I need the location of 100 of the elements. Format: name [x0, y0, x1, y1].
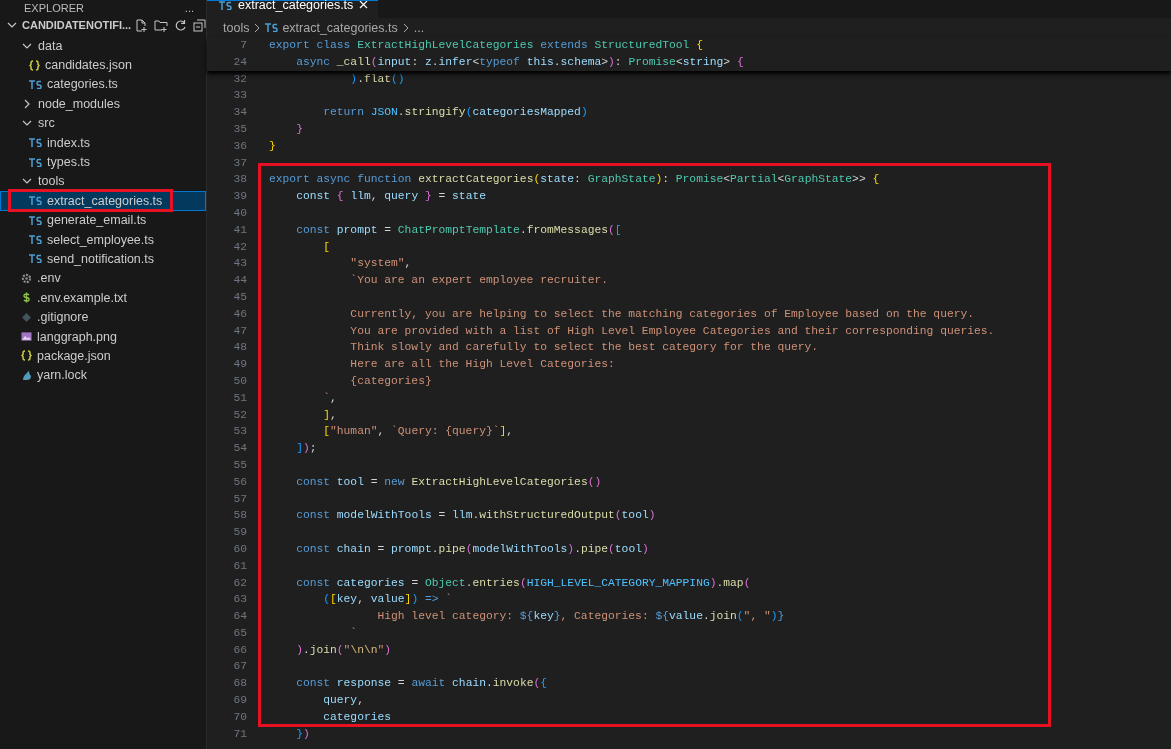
line-number: 64 [232, 609, 247, 625]
refresh-icon [174, 18, 188, 32]
line-number: 60 [232, 541, 247, 557]
collapse-all-icon [193, 18, 207, 32]
code-line: const categories = Object.entries(HIGH_LEVEL_CATEGORY_MAPPING).map( [295, 575, 751, 591]
file-row[interactable]: candidates.json [0, 55, 206, 75]
new-folder-icon [154, 18, 169, 32]
code-line: async _call(input: z.infer<typeof this.schema>): Promise<string> { [295, 54, 744, 70]
line-number: 68 [232, 676, 247, 692]
typescript-icon [29, 235, 42, 245]
file-row[interactable]: send_notification.ts [0, 249, 206, 269]
line-number: 56 [232, 474, 247, 490]
line-number: 41 [232, 222, 247, 238]
line-number: 42 [232, 239, 247, 255]
line-number: 49 [232, 357, 247, 373]
line-number: 71 [232, 726, 247, 742]
file-row[interactable]: categories.ts [0, 74, 206, 95]
file-row[interactable]: types.ts [0, 152, 206, 172]
file-row[interactable]: langgraph.png [0, 326, 206, 347]
line-number: 69 [232, 693, 247, 709]
code-line: You are provided with a list of High Level Employee Categories and their corresponding queries. [349, 323, 995, 339]
code-line: } [269, 138, 276, 154]
file-row[interactable]: yarn.lock [0, 365, 206, 386]
folder-row[interactable]: data [0, 36, 206, 56]
line-number: 61 [232, 558, 247, 574]
code-line: ` [349, 625, 358, 641]
editor-tab[interactable]: extract_categories.ts [207, 0, 379, 18]
line-number: 36 [232, 138, 247, 154]
breadcrumb-item[interactable]: extract_categories.ts [282, 20, 398, 35]
breadcrumb-item[interactable]: tools [223, 20, 250, 35]
line-number: 35 [232, 122, 247, 137]
code-line: } [295, 122, 303, 137]
code-line: const response = await chain.invoke({ [295, 676, 547, 692]
code-line: }) [295, 726, 310, 742]
typescript-icon [29, 138, 42, 148]
code-line: query, [322, 693, 364, 709]
panel-title: EXPLORER [24, 2, 84, 14]
code-line: const chain = prompt.pipe(modelWithTools).pipe(tool) [295, 541, 649, 557]
line-number: 52 [232, 407, 247, 423]
line-number: 39 [232, 189, 247, 205]
code-line: Currently, you are helping to select the matching categories of Employee based on the query. [349, 306, 975, 322]
line-number: 63 [232, 592, 247, 608]
project-folder-label[interactable]: CANDIDATENOTIFI... [22, 19, 132, 31]
file-row[interactable]: .env.example.txt [0, 288, 206, 308]
folder-row[interactable]: tools [0, 171, 206, 192]
code-line: const modelWithTools = llm.withStructuredOutput(tool) [295, 508, 656, 524]
braces-icon [29, 59, 40, 71]
line-number: 55 [232, 457, 247, 473]
folder-row[interactable]: node_modules [0, 94, 206, 114]
code-line: const prompt = ChatPromptTemplate.fromMessages([ [295, 222, 622, 238]
file-row[interactable]: index.ts [0, 132, 206, 153]
line-number: 40 [232, 205, 247, 221]
line-number: 59 [232, 525, 247, 541]
file-row[interactable]: .gitignore [0, 307, 206, 327]
line-number: 62 [232, 575, 247, 591]
yarn-icon [21, 369, 32, 381]
code-line: const { llm, query } = state [295, 189, 486, 205]
line-number: 50 [232, 373, 247, 389]
breadcrumb-item[interactable]: ... [413, 20, 425, 35]
line-number: 7 [239, 38, 247, 53]
code-line: ).join("\n\n") [295, 642, 392, 658]
file-row[interactable]: select_employee.ts [0, 229, 206, 250]
code-line: return JSON.stringify(categoriesMapped) [322, 105, 588, 121]
line-number: 34 [232, 105, 247, 121]
code-line: "system", [349, 256, 412, 272]
typescript-icon [29, 79, 42, 89]
chevron-right-icon [401, 23, 410, 32]
code-line: categories [322, 709, 392, 725]
more-actions-button[interactable]: ... [184, 2, 194, 14]
code-line: `You are an expert employee recruiter. [349, 273, 608, 289]
line-number: 58 [232, 508, 247, 524]
file-row[interactable]: .env [0, 268, 206, 289]
line-number: 66 [232, 642, 247, 658]
typescript-icon [219, 1, 232, 10]
code-line: ([key, value]) => ` [322, 592, 453, 608]
line-number: 46 [232, 306, 247, 322]
line-number: 51 [232, 390, 247, 406]
typescript-icon [265, 23, 279, 32]
file-row[interactable]: generate_email.ts [0, 210, 206, 230]
line-number: 65 [232, 625, 247, 641]
line-number: 57 [232, 491, 247, 507]
code-line: {categories} [349, 373, 432, 389]
typescript-icon [29, 157, 42, 167]
gear-icon [21, 272, 32, 284]
line-number: 24 [232, 54, 247, 70]
line-number: 53 [232, 424, 247, 440]
chevron-right-icon [253, 23, 262, 32]
typescript-icon [29, 215, 42, 225]
code-line: ], [322, 407, 337, 423]
line-number: 48 [232, 340, 247, 356]
line-number: 67 [232, 659, 247, 675]
line-number: 43 [232, 256, 247, 272]
code-line: `, [322, 390, 337, 406]
code-line: export class ExtractHighLevelCategories extends StructuredTool { [269, 38, 703, 53]
code-line: Think slowly and carefully to select the best category for the query. [349, 340, 819, 356]
code-line: const tool = new ExtractHighLevelCategories() [295, 474, 602, 490]
file-row[interactable]: package.json [0, 346, 206, 366]
folder-row[interactable]: src [0, 113, 206, 133]
typescript-icon [29, 196, 42, 206]
line-number: 37 [232, 155, 247, 171]
